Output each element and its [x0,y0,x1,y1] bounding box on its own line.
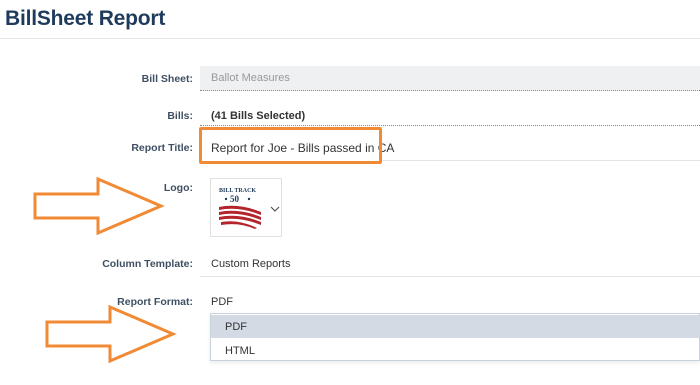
bill-sheet-label: Bill Sheet: [141,73,193,85]
bills-label: Bills: [167,110,193,122]
column-template-label: Column Template: [102,258,193,270]
chevron-down-icon[interactable] [270,205,280,213]
bill-sheet-field: Ballot Measures [200,66,700,91]
column-template-select[interactable]: Custom Reports [211,258,290,270]
logo-select[interactable]: BILL TRACK 50 [210,178,282,237]
arrow-right-icon [45,304,177,364]
arrow-right-icon [33,176,165,236]
report-format-select[interactable]: PDF [211,296,233,308]
dropdown-option-pdf[interactable]: PDF [211,315,700,338]
logo-text-number: 50 [230,194,240,204]
page-header: BillSheet Report [0,0,700,39]
report-title-highlight [199,127,382,164]
bills-divider [200,125,700,126]
bills-count: (41 Bills Selected) [211,110,306,122]
dropdown-option-label: HTML [225,345,255,357]
report-title-underline [382,160,700,161]
page-title: BillSheet Report [5,7,166,30]
dropdown-option-label: PDF [225,321,247,333]
report-format-dropdown[interactable]: PDF HTML [210,313,700,361]
dropdown-option-html[interactable]: HTML [211,339,700,362]
report-title-label: Report Title: [131,142,193,154]
bill-sheet-value: Ballot Measures [211,72,290,84]
column-template-underline [200,276,700,277]
